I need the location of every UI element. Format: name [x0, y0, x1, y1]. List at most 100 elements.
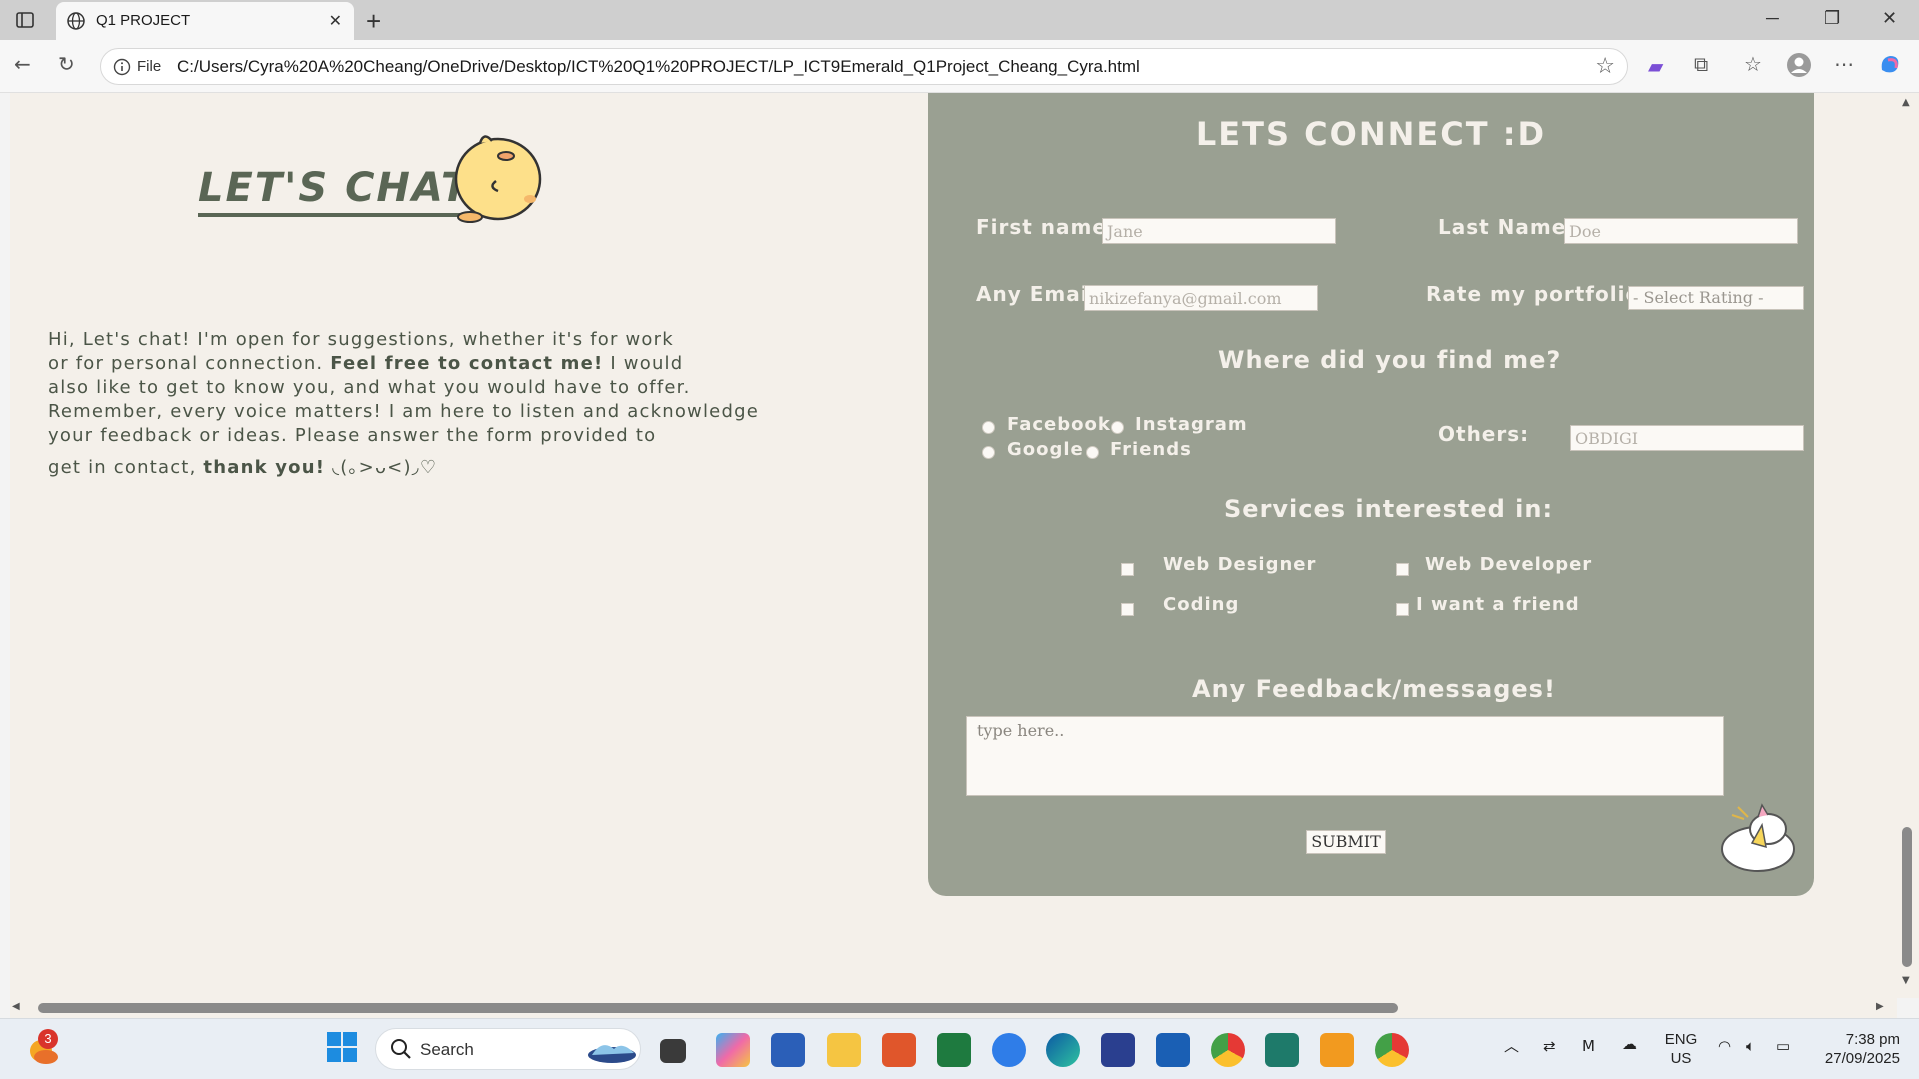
contact-form-card: LETS CONNECT :D First name: Jane Last Na… — [928, 93, 1814, 896]
intro-text: I would — [603, 353, 684, 374]
excel-icon[interactable] — [937, 1033, 971, 1067]
horizontal-scroll-thumb[interactable] — [38, 1003, 1398, 1013]
friends-radio[interactable] — [1086, 446, 1099, 459]
intro-line: your feedback or ideas. Please answer th… — [48, 425, 657, 446]
intro-emphasis: Feel free to contact me! — [330, 353, 604, 374]
tray-app-icon[interactable]: Ⅿ — [1582, 1037, 1595, 1056]
rating-select[interactable]: - Select Rating - — [1628, 286, 1804, 310]
intro-line: also like to get to know you, and what y… — [48, 377, 691, 398]
lets-chat-title: LET'S CHAT — [198, 165, 471, 217]
language-indicator[interactable]: ENG US — [1664, 1030, 1698, 1068]
extension-icon[interactable]: ▰ — [1648, 54, 1663, 78]
restore-icon[interactable]: ❐ — [1824, 8, 1840, 29]
copilot-app-icon[interactable] — [716, 1033, 750, 1067]
onedrive-icon[interactable]: ☁ — [1622, 1035, 1637, 1054]
friend-checkbox[interactable] — [1396, 603, 1409, 616]
refresh-icon[interactable]: ↻ — [58, 52, 75, 76]
edge-icon[interactable] — [1046, 1033, 1080, 1067]
address-bar[interactable]: File C:/Users/Cyra%20A%20Cheang/OneDrive… — [100, 48, 1628, 85]
chick-sticker-icon — [450, 121, 550, 230]
language-text: ENG — [1664, 1031, 1698, 1048]
coding-label: Coding — [1163, 594, 1240, 615]
copilot-icon[interactable] — [1878, 52, 1902, 81]
navigation-bar: ← ↻ File C:/Users/Cyra%20A%20Cheang/OneD… — [0, 40, 1919, 93]
more-menu-icon[interactable]: ⋯ — [1834, 52, 1854, 76]
region-text: US — [1670, 1050, 1692, 1067]
windows-taskbar: 3 Search ︿ ⇄ Ⅿ ☁ ENG US ◠ 🔈︎ ▭ 7:38 pm 2… — [0, 1018, 1919, 1079]
horizontal-scrollbar[interactable]: ◀ ▶ — [10, 998, 1897, 1018]
tab-actions-icon[interactable] — [12, 8, 38, 32]
battery-icon[interactable]: ▭ — [1776, 1037, 1790, 1056]
google-radio[interactable] — [982, 446, 995, 459]
tray-settings-icon[interactable]: ⇄ — [1543, 1037, 1556, 1056]
feedback-heading: Any Feedback/messages! — [1192, 675, 1556, 703]
clock[interactable]: 7:38 pm 27/09/2025 — [1812, 1030, 1900, 1068]
favorite-star-icon[interactable]: ☆ — [1595, 54, 1615, 79]
intro-paragraph: Hi, Let's chat! I'm open for suggestions… — [48, 328, 808, 480]
new-tab-icon[interactable]: + — [366, 6, 381, 37]
clock-time: 7:38 pm — [1845, 1031, 1900, 1048]
rating-label: Rate my portfolio!: — [1426, 282, 1660, 306]
messaging-icon[interactable] — [992, 1033, 1026, 1067]
office-app-icon[interactable] — [882, 1033, 916, 1067]
favorites-icon[interactable]: ☆ — [1744, 52, 1762, 76]
start-button[interactable] — [327, 1032, 357, 1066]
store-icon[interactable] — [1156, 1033, 1190, 1067]
chrome-icon[interactable] — [1211, 1033, 1245, 1067]
last-name-label: Last Name: — [1438, 215, 1576, 239]
spreadsheet-icon[interactable] — [1265, 1033, 1299, 1067]
last-name-input[interactable]: Doe — [1564, 218, 1798, 244]
submit-button[interactable]: SUBMIT — [1306, 830, 1386, 854]
taskbar-search[interactable]: Search — [375, 1028, 641, 1070]
web-designer-checkbox[interactable] — [1121, 563, 1134, 576]
close-window-icon[interactable]: ✕ — [1882, 8, 1897, 29]
services-heading: Services interested in: — [1224, 495, 1554, 523]
search-icon — [390, 1038, 412, 1064]
address-prefix: File — [137, 58, 162, 75]
vertical-scrollbar[interactable]: ▲ ▼ — [1897, 93, 1919, 998]
vertical-scroll-thumb[interactable] — [1902, 827, 1912, 967]
url-text[interactable]: C:/Users/Cyra%20A%20Cheang/OneDrive/Desk… — [177, 57, 1140, 77]
first-name-input[interactable]: Jane — [1102, 218, 1336, 244]
intro-line: get in contact, thank you! ◟(｡>ᴗ<)◞♡ — [48, 456, 808, 480]
scroll-down-icon[interactable]: ▼ — [1902, 975, 1910, 986]
web-developer-label: Web Developer — [1425, 554, 1593, 575]
scroll-up-icon[interactable]: ▲ — [1902, 97, 1910, 108]
others-input[interactable]: OBDIGI — [1570, 425, 1804, 451]
intro-emphasis: thank you! — [203, 457, 326, 478]
web-developer-checkbox[interactable] — [1396, 563, 1409, 576]
close-tab-icon[interactable]: ✕ — [329, 11, 342, 30]
feedback-textarea[interactable]: type here.. — [966, 716, 1724, 796]
intro-text: or for personal connection. — [48, 353, 331, 374]
search-label: Search — [420, 1040, 474, 1059]
scroll-left-icon[interactable]: ◀ — [12, 1001, 20, 1012]
volume-icon[interactable]: 🔈︎ — [1746, 1037, 1755, 1056]
kaomoji-text: ◟(｡>ᴗ<)◞♡ — [325, 457, 438, 478]
wifi-icon[interactable]: ◠ — [1718, 1037, 1731, 1056]
instagram-radio[interactable] — [1111, 421, 1124, 434]
file-explorer-icon[interactable] — [827, 1033, 861, 1067]
back-icon[interactable]: ← — [14, 52, 31, 76]
scroll-right-icon[interactable]: ▶ — [1876, 1001, 1884, 1012]
facebook-radio[interactable] — [982, 421, 995, 434]
weather-icon[interactable]: 3 — [26, 1029, 60, 1071]
puzzle-icon[interactable]: ⧉ — [1694, 52, 1708, 76]
globe-icon — [66, 11, 86, 35]
task-view-icon[interactable] — [660, 1039, 686, 1063]
browser-tab-strip: Q1 PROJECT ✕ + ─ ❐ ✕ — [0, 0, 1919, 40]
rating-selected-value: - Select Rating - — [1633, 288, 1764, 307]
facebook-label: Facebook — [1007, 414, 1111, 435]
show-hidden-icons[interactable]: ︿ — [1504, 1037, 1519, 1056]
browser-tab[interactable]: Q1 PROJECT ✕ — [56, 2, 354, 40]
app-m-icon[interactable] — [1101, 1033, 1135, 1067]
coding-checkbox[interactable] — [1121, 603, 1134, 616]
word-icon[interactable] — [771, 1033, 805, 1067]
chrome-profile-icon[interactable] — [1375, 1033, 1409, 1067]
tab-title: Q1 PROJECT — [96, 12, 191, 29]
minimize-icon[interactable]: ─ — [1766, 8, 1779, 29]
info-icon[interactable] — [113, 58, 131, 80]
email-input[interactable]: nikizefanya@gmail.com — [1084, 285, 1318, 311]
profile-avatar[interactable] — [1786, 52, 1812, 83]
sublime-text-icon[interactable] — [1320, 1033, 1354, 1067]
clock-date: 27/09/2025 — [1824, 1050, 1900, 1067]
